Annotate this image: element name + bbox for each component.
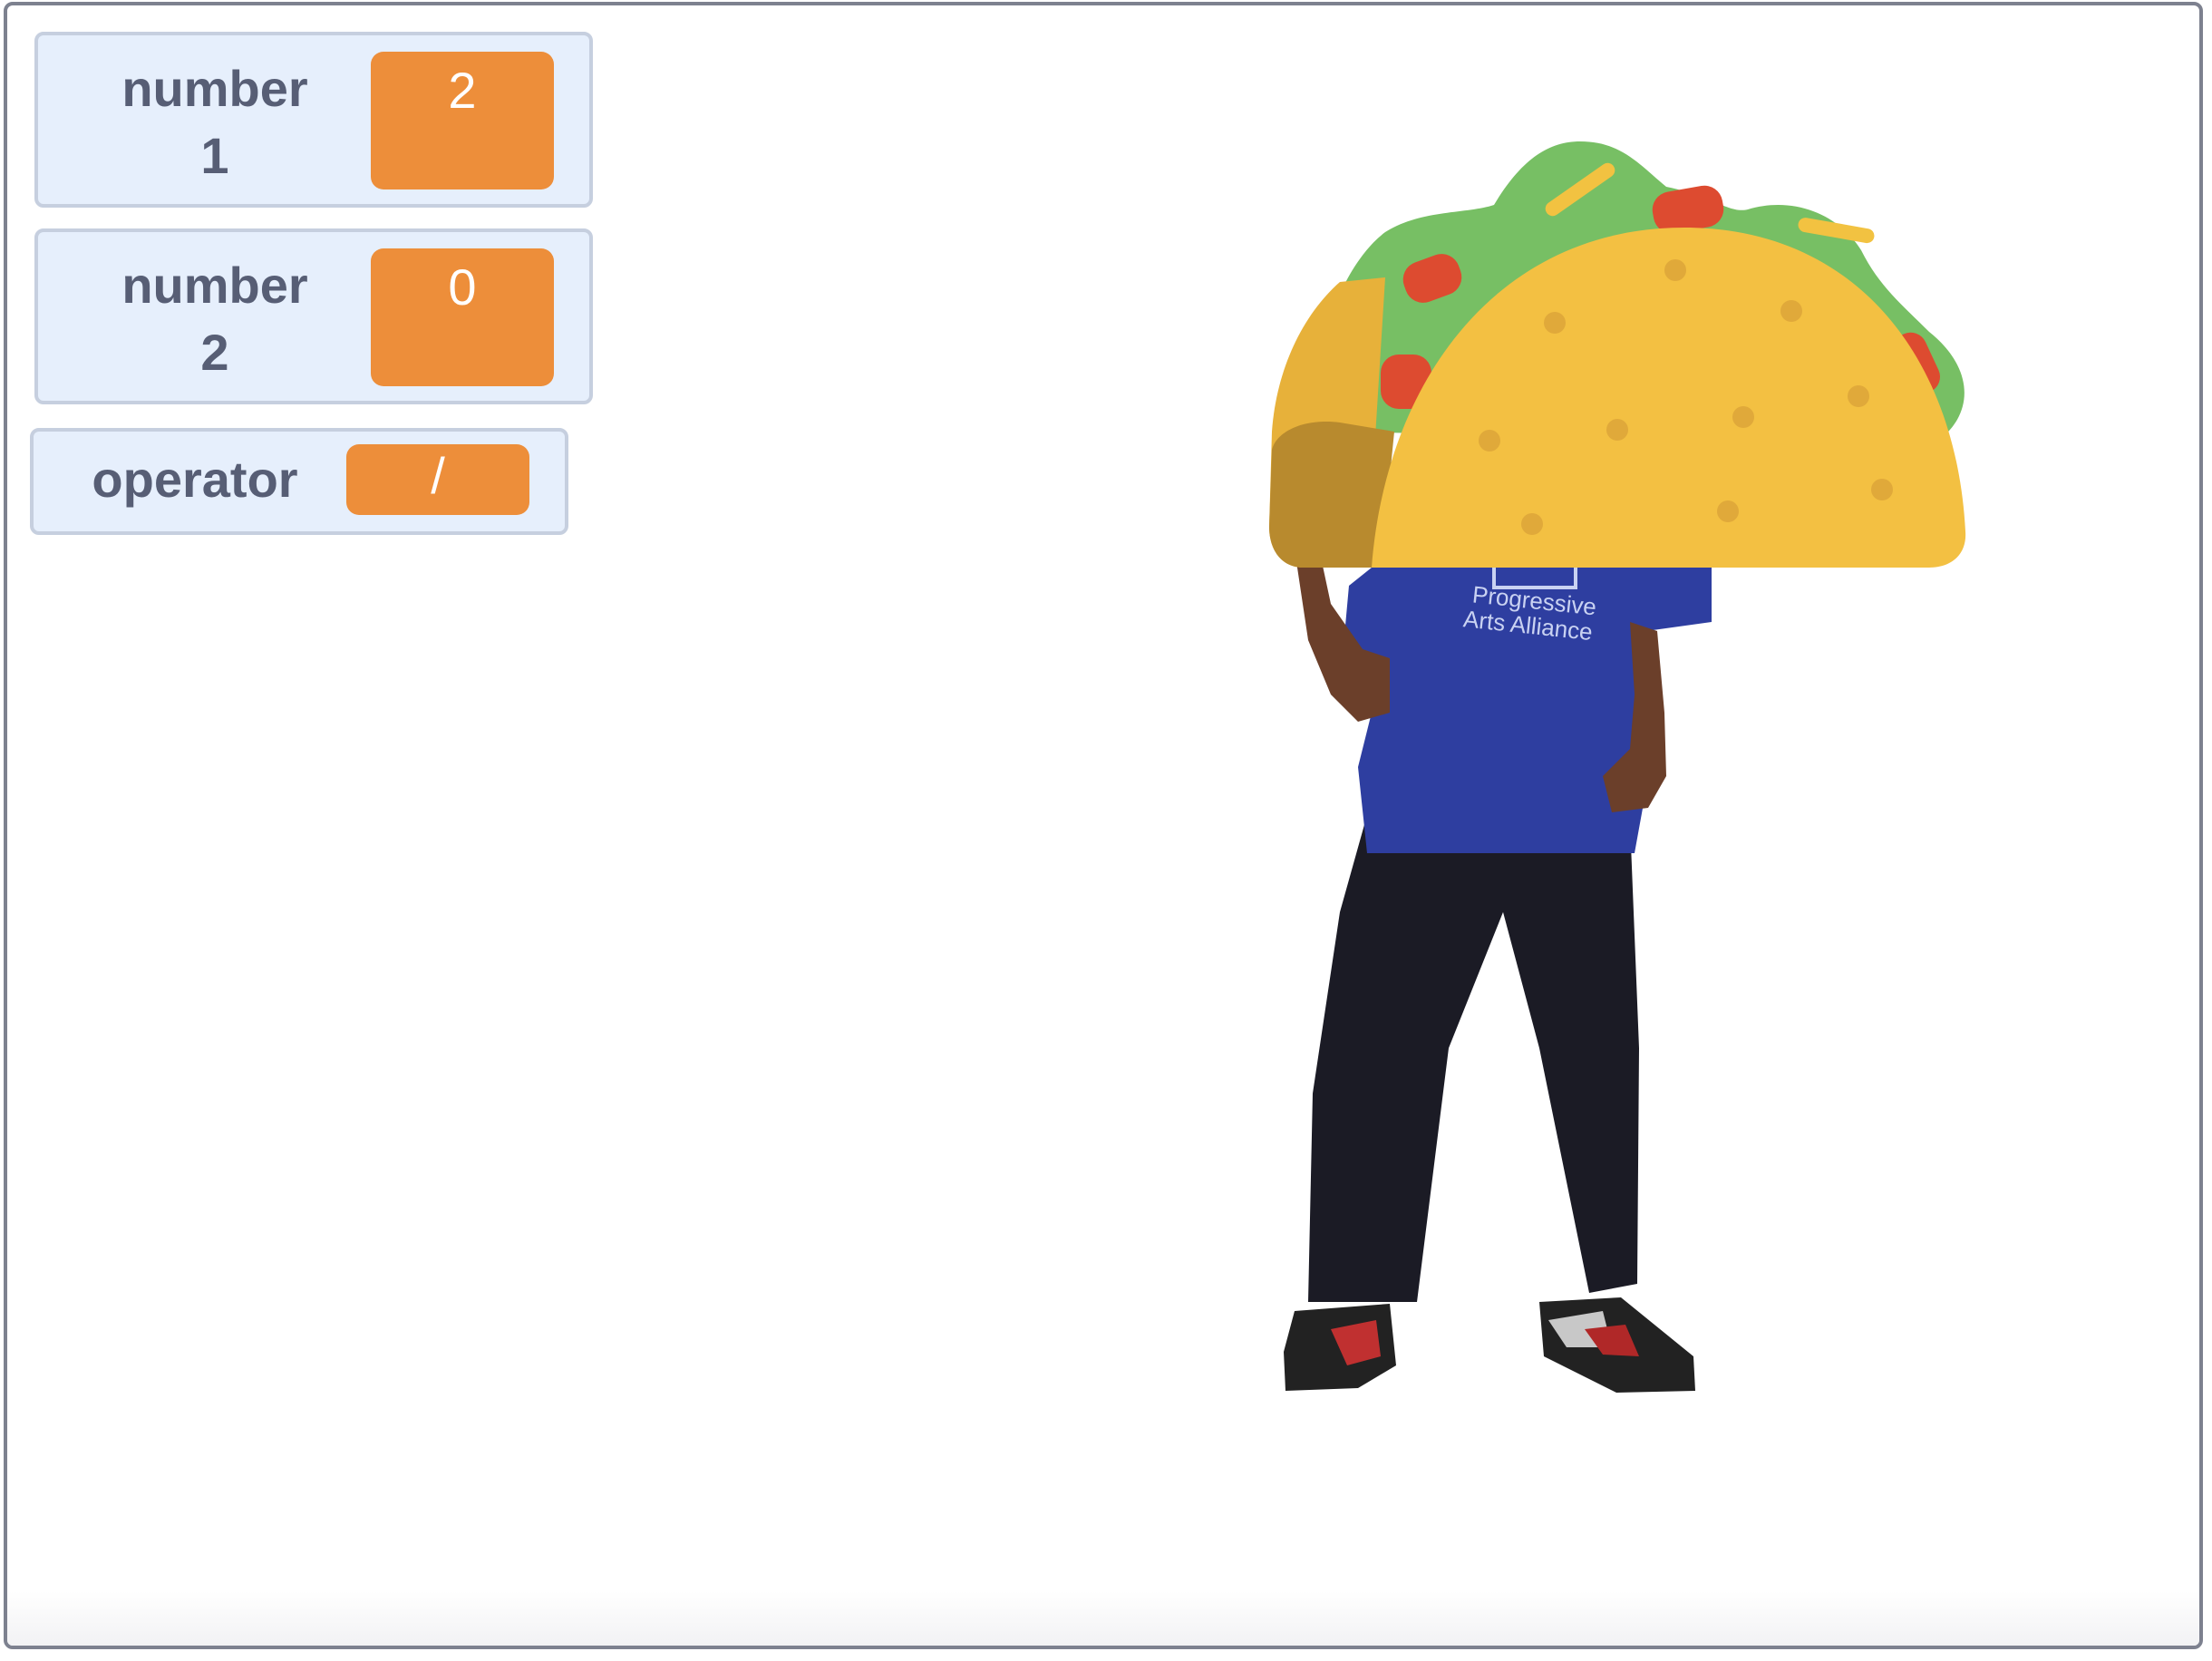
monitor-label-number-1: number 1 (121, 60, 308, 184)
variable-monitor-number-1[interactable]: number 1 2 (34, 32, 593, 208)
variable-monitor-operator[interactable]: operator / (30, 428, 568, 535)
monitor-value-operator: / (346, 444, 529, 515)
person-sprite[interactable]: Progressive Arts Alliance (1272, 495, 1712, 1393)
monitor-label-operator: operator (92, 451, 298, 508)
variable-monitor-number-2[interactable]: number 2 0 (34, 228, 593, 404)
stage[interactable]: Progressive Arts Alliance number 1 2 num… (4, 2, 2203, 1649)
taco-sprite[interactable] (1269, 141, 1966, 568)
monitor-value-number-1: 2 (371, 52, 554, 189)
person-pants (1308, 821, 1639, 1302)
monitor-value-number-2: 0 (371, 248, 554, 386)
monitor-label-number-2: number 2 (121, 257, 308, 381)
